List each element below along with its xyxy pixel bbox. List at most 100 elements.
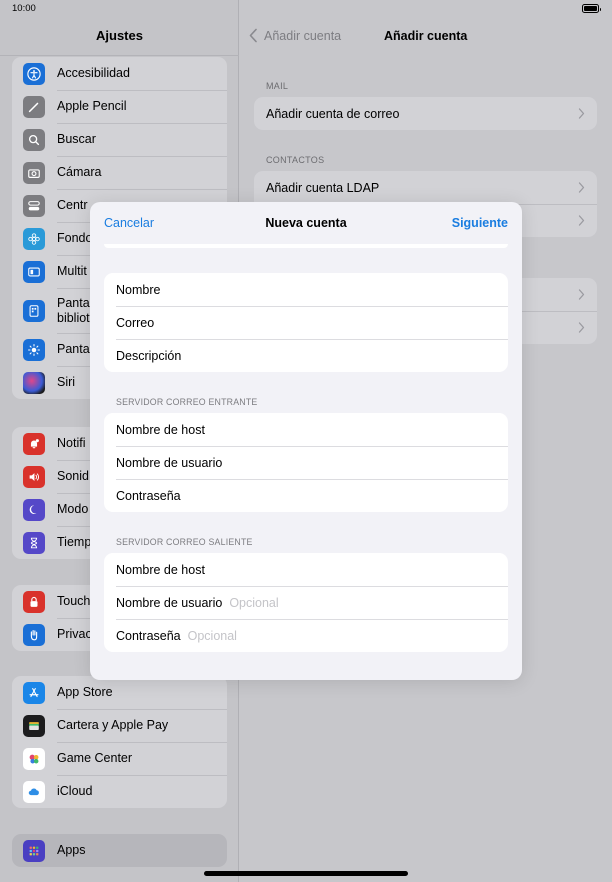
chevron-right-icon	[578, 322, 585, 333]
chevron-right-icon	[578, 215, 585, 226]
sidebar-item-label: Cámara	[57, 165, 102, 179]
incoming-host-field[interactable]: Nombre de host	[104, 413, 508, 446]
outgoing-password-field: Contraseña	[104, 619, 508, 652]
sidebar-item-label: Apple Pencil	[57, 99, 127, 113]
cancel-button[interactable]: Cancelar	[104, 216, 154, 230]
sidebar-item-search[interactable]: Buscar	[12, 123, 227, 156]
status-time: 10:00	[12, 3, 36, 14]
wallet-icon	[23, 714, 45, 737]
screen-time-icon	[23, 531, 45, 554]
camera-icon	[23, 161, 45, 184]
row-label: Añadir cuenta LDAP	[266, 180, 380, 195]
hand-icon	[23, 623, 45, 646]
accessibility-icon	[23, 62, 45, 85]
sidebar-item-app-store[interactable]: App Store	[12, 676, 227, 709]
sidebar-item-wallet[interactable]: Cartera y Apple Pay	[12, 709, 227, 742]
sidebar-item-label: Buscar	[57, 132, 96, 146]
status-bar: 10:00	[0, 0, 612, 18]
add-mail-account-row[interactable]: Añadir cuenta de correo	[254, 97, 597, 130]
section-header-contacts: CONTACTOS	[266, 155, 325, 165]
home-screen-icon	[23, 299, 45, 322]
sidebar-group-apps: App Store Cartera y Apple Pay Game Cente…	[12, 676, 227, 808]
sidebar-item-label: Apps	[57, 843, 86, 857]
sidebar-item-camera[interactable]: Cámara	[12, 156, 227, 189]
account-info-group: Nombre Correo Descripción	[104, 273, 508, 372]
sidebar-item-label: Siri	[57, 375, 76, 389]
search-icon	[23, 128, 45, 151]
field-label: Nombre de host	[116, 562, 205, 577]
field-label: Nombre	[116, 282, 161, 297]
sidebar-item-icloud[interactable]: iCloud	[12, 775, 227, 808]
field-label: Nombre de usuario	[116, 455, 223, 470]
outgoing-host-field[interactable]: Nombre de host	[104, 553, 508, 586]
lock-icon	[23, 590, 45, 613]
sidebar-item-accessibility[interactable]: Accesibilidad	[12, 57, 227, 90]
name-field[interactable]: Nombre	[104, 273, 508, 306]
sidebar-item-label: Panta bibliot	[57, 295, 90, 325]
sidebar-item-label: Centr	[57, 198, 88, 212]
wallpaper-icon	[23, 227, 45, 250]
chevron-right-icon	[578, 108, 585, 119]
control-center-icon	[23, 194, 45, 217]
sidebar-item-label: Multit	[57, 264, 87, 278]
sidebar-item-label: iCloud	[57, 784, 93, 798]
outgoing-server-header: SERVIDOR CORREO SALIENTE	[116, 537, 253, 547]
page-title: Añadir cuenta	[384, 29, 468, 43]
apps-grid-icon	[23, 839, 45, 862]
back-label: Añadir cuenta	[264, 28, 342, 43]
sidebar-item-apple-pencil[interactable]: Apple Pencil	[12, 90, 227, 123]
incoming-server-header: SERVIDOR CORREO ENTRANTE	[116, 397, 258, 407]
field-label: Contraseña	[116, 628, 181, 643]
app-store-icon	[23, 681, 45, 704]
incoming-username-field[interactable]: Nombre de usuario	[104, 446, 508, 479]
add-ldap-account-row[interactable]: Añadir cuenta LDAP	[254, 171, 597, 204]
chevron-left-icon	[249, 28, 257, 43]
mail-group: Añadir cuenta de correo	[254, 97, 597, 130]
field-label: Nombre de usuario	[116, 595, 223, 610]
sidebar-item-game-center[interactable]: Game Center	[12, 742, 227, 775]
focus-moon-icon	[23, 498, 45, 521]
new-account-sheet: Nueva cuenta Cancelar Siguiente Nombre C…	[90, 202, 522, 680]
multitasking-icon	[23, 260, 45, 283]
description-field[interactable]: Descripción	[104, 339, 508, 372]
sidebar-item-label: Cartera y Apple Pay	[57, 718, 169, 732]
battery-icon	[582, 4, 601, 13]
back-button[interactable]: Añadir cuenta	[248, 28, 341, 43]
outgoing-username-input[interactable]	[229, 595, 508, 610]
sheet-header: Nueva cuenta Cancelar Siguiente	[90, 202, 522, 244]
sound-icon	[23, 465, 45, 488]
field-label: Correo	[116, 315, 155, 330]
outgoing-password-input[interactable]	[187, 628, 508, 643]
field-label: Contraseña	[116, 488, 181, 503]
outgoing-username-field: Nombre de usuario	[104, 586, 508, 619]
outgoing-server-group: Nombre de host Nombre de usuario Contras…	[104, 553, 508, 652]
chevron-right-icon	[578, 182, 585, 193]
incoming-server-group: Nombre de host Nombre de usuario Contras…	[104, 413, 508, 512]
sidebar-item-label: Game Center	[57, 751, 133, 765]
sidebar-item-label: Privac	[57, 627, 92, 641]
sidebar-item-label: Fondo	[57, 231, 93, 245]
sidebar-item-label: Accesibilidad	[57, 66, 130, 80]
game-center-icon	[23, 747, 45, 770]
chevron-right-icon	[578, 289, 585, 300]
siri-icon	[23, 371, 45, 394]
sidebar-divider	[0, 55, 239, 56]
scroll-edge-strip	[104, 244, 508, 248]
next-button[interactable]: Siguiente	[452, 216, 508, 230]
field-label: Nombre de host	[116, 422, 205, 437]
incoming-password-field[interactable]: Contraseña	[104, 479, 508, 512]
email-field[interactable]: Correo	[104, 306, 508, 339]
sidebar-item-apps[interactable]: Apps	[12, 834, 227, 867]
row-label: Añadir cuenta de correo	[266, 106, 400, 121]
sidebar-group-apps-list: Apps	[12, 834, 227, 867]
field-label: Descripción	[116, 348, 182, 363]
sidebar-item-label: Notifi	[57, 436, 86, 450]
icloud-icon	[23, 780, 45, 803]
sidebar-item-label: App Store	[57, 685, 113, 699]
pencil-icon	[23, 95, 45, 118]
brightness-icon	[23, 338, 45, 361]
section-header-mail: MAIL	[266, 81, 289, 91]
sidebar-item-label: Tiemp	[57, 535, 92, 549]
notifications-icon	[23, 432, 45, 455]
sidebar-title: Ajustes	[96, 28, 143, 43]
